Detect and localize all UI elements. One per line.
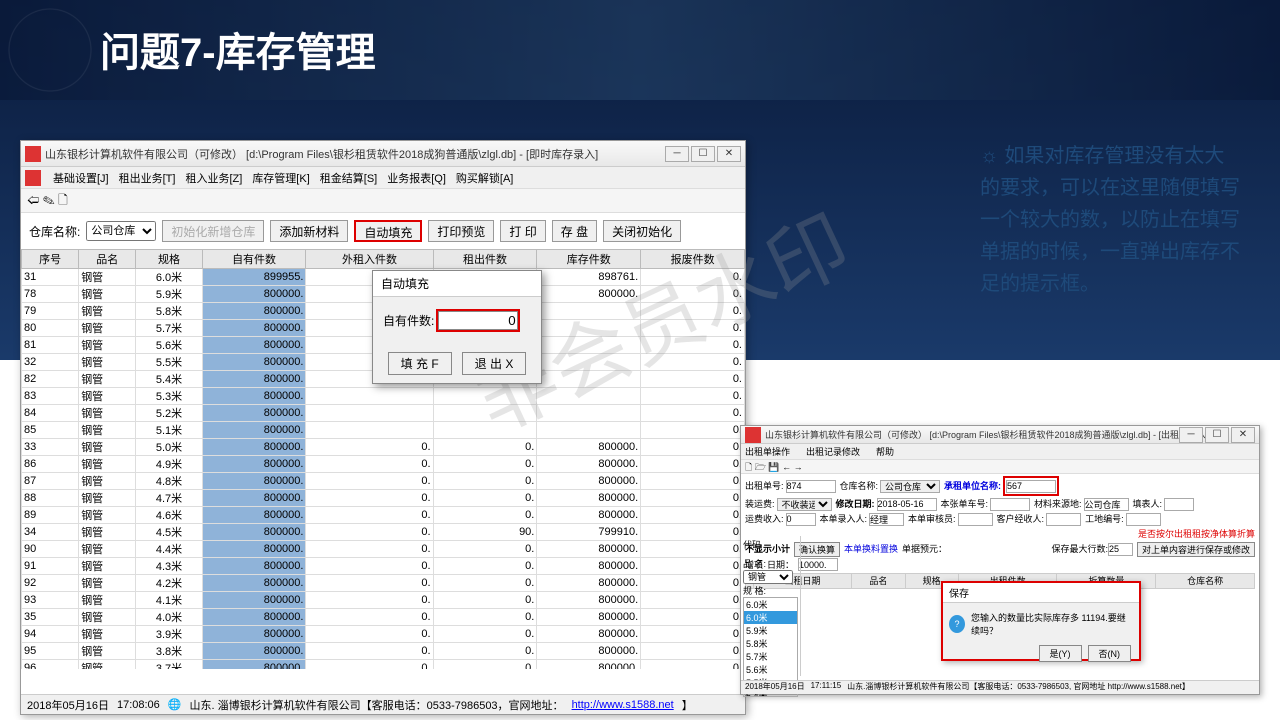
no-button[interactable]: 否(N)	[1088, 645, 1132, 662]
close-button[interactable]: ✕	[717, 146, 741, 162]
small-menu-item[interactable]: 帮助	[876, 445, 894, 458]
load-select[interactable]: 不收装运费	[777, 498, 832, 511]
table-row[interactable]: 84钢管5.2米800000.0.	[22, 405, 745, 422]
autofill-dialog: 自动填充 自有件数: 填 充 F 退 出 X	[372, 270, 542, 384]
menu-item[interactable]: 租金结算[S]	[320, 173, 377, 185]
close-init-button[interactable]: 关闭初始化	[603, 220, 681, 242]
table-row[interactable]: 35钢管4.0米800000.0.0.800000.0.	[22, 609, 745, 626]
mgr-input[interactable]	[869, 513, 904, 526]
minimize-button[interactable]: ─	[665, 146, 689, 162]
save-row-button[interactable]: 对上单内容进行保存或修改	[1137, 542, 1255, 557]
menu-item[interactable]: 购买解锁[A]	[456, 173, 513, 185]
slide-title: 问题7-库存管理	[100, 20, 376, 78]
menu-item[interactable]: 基础设置[J]	[53, 173, 109, 185]
src-input[interactable]	[1084, 498, 1129, 511]
yes-button[interactable]: 是(Y)	[1039, 645, 1082, 662]
fee-input[interactable]	[786, 513, 816, 526]
site-input[interactable]	[1126, 513, 1161, 526]
confirm-text: 您输入的数量比实际库存多 11194.要继续吗？	[971, 611, 1133, 637]
table-row[interactable]: 86钢管4.9米800000.0.0.800000.0.	[22, 456, 745, 473]
menu-item[interactable]: 租出业务[T]	[119, 173, 176, 185]
entry-input[interactable]	[1164, 498, 1194, 511]
spec-item[interactable]: 5.7米	[744, 650, 797, 663]
menu-icon	[25, 170, 41, 186]
table-row[interactable]: 85钢管5.1米800000.0.	[22, 422, 745, 439]
init-button[interactable]: 初始化新增仓库	[162, 220, 264, 242]
toolbar-icons: 🢠 ✎ 🗋	[21, 189, 745, 213]
status-bar: 2018年05月16日 17:08:06 🌐 山东. 淄博银杉计算机软件有限公司…	[21, 694, 745, 714]
spec-item[interactable]: 5.9米	[744, 624, 797, 637]
out-no-input[interactable]	[786, 480, 836, 493]
income-input[interactable]	[1046, 513, 1081, 526]
spec-item[interactable]: 6.0米	[744, 598, 797, 611]
red-note: 是否按尔出租租按净体算折算	[1138, 527, 1255, 541]
website-link[interactable]: http://www.s1588.net	[572, 699, 674, 711]
small-title-bar: 山东银杉计算机软件有限公司（可修改） [d:\Program Files\银杉租…	[741, 426, 1259, 444]
table-row[interactable]: 96钢管3.7米800000.0.0.800000.0.	[22, 660, 745, 670]
date2-input[interactable]	[798, 558, 838, 571]
spec-item[interactable]: 6.0米	[744, 611, 797, 624]
table-row[interactable]: 33钢管5.0米800000.0.0.800000.0.	[22, 439, 745, 456]
table-row[interactable]: 93钢管4.1米800000.0.0.800000.0.	[22, 592, 745, 609]
small-toolbar: 🗋 🗁 💾 ← →	[741, 460, 1259, 474]
small-warehouse-select[interactable]: 公司仓库	[880, 480, 940, 493]
warehouse-select[interactable]: 公司仓库	[86, 221, 156, 241]
fill-button[interactable]: 填 充 F	[388, 352, 452, 375]
app-icon	[25, 146, 41, 162]
tree-name-select[interactable]: 钢管	[743, 570, 793, 584]
table-row[interactable]: 94钢管3.9米800000.0.0.800000.0.	[22, 626, 745, 643]
dialog-title: 自动填充	[373, 271, 541, 297]
car-input[interactable]	[990, 498, 1030, 511]
small-maximize-button[interactable]: ☐	[1205, 427, 1229, 443]
confirm-dialog: 保存 ? 您输入的数量比实际库存多 11194.要继续吗？ 是(Y) 否(N)	[941, 581, 1141, 661]
small-minimize-button[interactable]: ─	[1179, 427, 1203, 443]
menu-item[interactable]: 业务报表[Q]	[387, 173, 446, 185]
menu-bar: 基础设置[J] 租出业务[T] 租入业务[Z] 库存管理[K] 租金结算[S] 业务报表[…	[21, 167, 745, 189]
question-icon: ?	[949, 615, 965, 633]
table-row[interactable]: 87钢管4.8米800000.0.0.800000.0.	[22, 473, 745, 490]
spec-item[interactable]: 5.6米	[744, 663, 797, 676]
add-material-button[interactable]: 添加新材料	[270, 220, 348, 242]
save-button[interactable]: 存 盘	[552, 220, 597, 242]
print-preview-button[interactable]: 打印预览	[428, 220, 494, 242]
small-form: 出租单号: 仓库名称:公司仓库 承租单位名称: 装运费:不收装运费 修改日期: …	[741, 474, 1259, 591]
small-menu-item[interactable]: 出租记录修改	[806, 445, 860, 458]
small-status-bar: 2018年05月16日17:11:15山东.淄博银杉计算机软件有限公司【客服电话…	[741, 680, 1259, 694]
menu-item[interactable]: 租入业务[Z]	[185, 173, 242, 185]
print-button[interactable]: 打 印	[500, 220, 545, 242]
secondary-app-window: 山东银杉计算机软件有限公司（可修改） [d:\Program Files\银杉租…	[740, 425, 1260, 695]
annotation-text: ☼如果对库存管理没有太大的要求，可以在这里随便填写一个较大的数，以防止在填写单据…	[980, 140, 1240, 300]
confirm-title: 保存	[943, 583, 1139, 603]
small-menu-item[interactable]: 出租单操作	[745, 445, 790, 458]
tree-panel: 代码 品 名: 钢管 规 格: 6.0米6.0米5.9米5.8米5.7米5.6米…	[741, 536, 801, 676]
exit-button[interactable]: 退 出 X	[462, 352, 527, 375]
small-app-icon	[745, 427, 761, 443]
table-row[interactable]: 83钢管5.3米800000.0.	[22, 388, 745, 405]
spec-item[interactable]: 5.8米	[744, 637, 797, 650]
check-input[interactable]	[958, 513, 993, 526]
main-app-window: 山东银杉计算机软件有限公司（可修改） [d:\Program Files\银杉租…	[20, 140, 746, 715]
menu-item[interactable]: 库存管理[K]	[252, 173, 309, 185]
own-count-label: 自有件数:	[383, 314, 434, 328]
table-row[interactable]: 92钢管4.2米800000.0.0.800000.0.	[22, 575, 745, 592]
table-row[interactable]: 88钢管4.7米800000.0.0.800000.0.	[22, 490, 745, 507]
unit-input[interactable]	[1006, 480, 1056, 493]
max-input[interactable]	[1108, 543, 1133, 556]
toolbar: 仓库名称: 公司仓库 初始化新增仓库 添加新材料 自动填充 打印预览 打 印 存…	[21, 213, 745, 249]
table-row[interactable]: 90钢管4.4米800000.0.0.800000.0.	[22, 541, 745, 558]
warehouse-label: 仓库名称:	[29, 223, 80, 240]
table-row[interactable]: 95钢管3.8米800000.0.0.800000.0.	[22, 643, 745, 660]
edit-date-input[interactable]	[877, 498, 937, 511]
table-row[interactable]: 34钢管4.5米800000.0.90.799910.0.	[22, 524, 745, 541]
own-count-input[interactable]	[438, 311, 518, 330]
small-menu-bar: 出租单操作 出租记录修改 帮助	[741, 444, 1259, 460]
table-row[interactable]: 89钢管4.6米800000.0.0.800000.0.	[22, 507, 745, 524]
table-row[interactable]: 91钢管4.3米800000.0.0.800000.0.	[22, 558, 745, 575]
bullet-icon: ☼	[980, 140, 998, 172]
small-close-button[interactable]: ✕	[1231, 427, 1255, 443]
autofill-button[interactable]: 自动填充	[354, 220, 422, 242]
maximize-button[interactable]: ☐	[691, 146, 715, 162]
title-bar: 山东银杉计算机软件有限公司（可修改） [d:\Program Files\银杉租…	[21, 141, 745, 167]
